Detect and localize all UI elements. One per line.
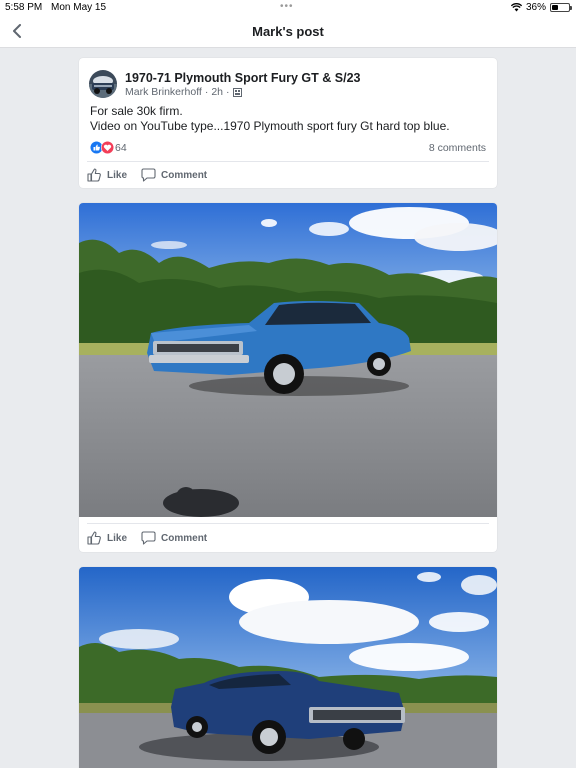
- dark-blue-plymouth-photo: [79, 567, 497, 768]
- author-name[interactable]: Mark Brinkerhoff: [125, 86, 202, 98]
- car-avatar-image: [89, 70, 117, 98]
- status-bar: 5:58 PM Mon May 15 ••• 36%: [0, 0, 576, 14]
- battery-level: [552, 5, 558, 10]
- reactions-row: 64 8 comments: [90, 141, 486, 155]
- post-card: 1970-71 Plymouth Sport Fury GT & S/23 Ma…: [79, 58, 497, 188]
- photo-card: Like Comment: [79, 203, 497, 552]
- photo-actions: Like Comment: [87, 526, 489, 550]
- reaction-icons[interactable]: [90, 141, 114, 154]
- navigation-bar: Mark's post: [0, 14, 576, 48]
- post-body-line: Video on YouTube type...1970 Plymouth sp…: [90, 119, 450, 133]
- comment-button[interactable]: Comment: [141, 529, 207, 547]
- multitasking-dots[interactable]: •••: [280, 1, 294, 12]
- battery-percent: 36%: [525, 2, 546, 13]
- like-button[interactable]: Like: [87, 166, 127, 184]
- comment-label: Comment: [161, 169, 208, 181]
- photo-card: [79, 567, 497, 768]
- meta-separator: ·: [204, 86, 209, 98]
- like-label: Like: [107, 169, 128, 181]
- status-time: 5:58 PM: [5, 2, 43, 13]
- wifi-icon: [510, 3, 522, 12]
- divider: [87, 161, 489, 162]
- love-reaction-icon: [101, 141, 114, 154]
- comment-bubble-icon: [141, 168, 156, 182]
- battery-icon: [550, 3, 572, 12]
- post-header: 1970-71 Plymouth Sport Fury GT & S/23 Ma…: [89, 70, 487, 100]
- group-privacy-icon: [232, 87, 242, 97]
- blue-plymouth-photo: [79, 203, 497, 517]
- post-title[interactable]: 1970-71 Plymouth Sport Fury GT & S/23: [125, 71, 360, 85]
- status-date: Mon May 15: [51, 2, 107, 13]
- thumbs-up-icon: [87, 531, 101, 545]
- divider: [87, 523, 489, 524]
- post-actions: Like Comment: [87, 163, 489, 187]
- post-time[interactable]: 2h: [211, 86, 223, 98]
- like-button[interactable]: Like: [87, 529, 127, 547]
- post-body: For sale 30k firm. Video on YouTube type…: [90, 104, 487, 134]
- page-title: Mark's post: [252, 24, 324, 39]
- thumbs-up-icon: [87, 168, 101, 182]
- avatar[interactable]: [89, 70, 117, 98]
- post-meta: Mark Brinkerhoff · 2h ·: [125, 86, 242, 98]
- comment-bubble-icon: [141, 531, 156, 545]
- reaction-count[interactable]: 64: [115, 142, 127, 154]
- like-label: Like: [107, 532, 128, 544]
- post-body-line: For sale 30k firm.: [90, 104, 183, 118]
- comment-button[interactable]: Comment: [141, 166, 207, 184]
- comments-count[interactable]: 8 comments: [429, 142, 486, 154]
- car-photo[interactable]: [79, 567, 497, 768]
- car-photo[interactable]: [79, 203, 497, 517]
- comment-label: Comment: [161, 532, 208, 544]
- meta-separator: ·: [226, 86, 230, 98]
